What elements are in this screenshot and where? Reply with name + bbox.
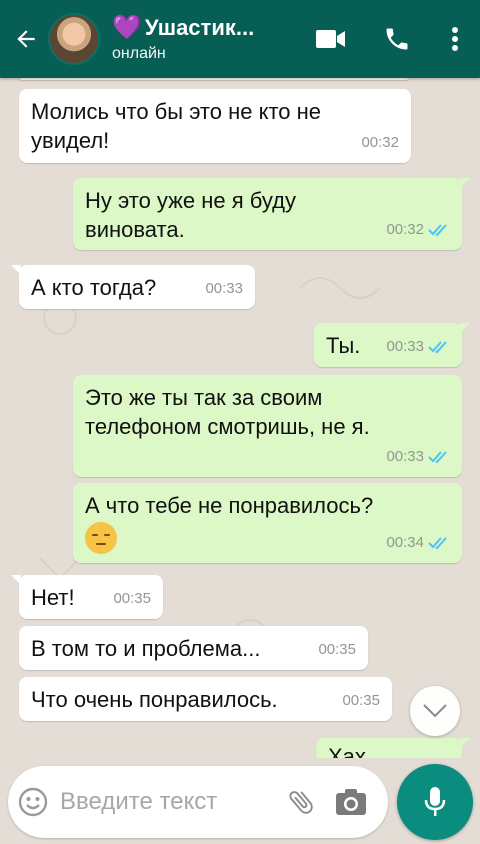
mic-button[interactable]	[397, 764, 473, 840]
back-arrow-icon[interactable]	[6, 0, 46, 78]
message-outgoing-partial[interactable]: Хах	[316, 738, 470, 758]
attach-icon[interactable]	[276, 766, 326, 838]
message-incoming[interactable]: В том то и проблема... 00:35	[19, 626, 368, 670]
microphone-icon	[424, 787, 446, 816]
message-time: 00:35	[342, 692, 380, 709]
message-text: В том то и проблема...	[31, 636, 261, 661]
purple-heart-icon: 💜	[112, 14, 142, 41]
pensive-face-icon	[85, 522, 117, 554]
emoji-icon[interactable]	[8, 766, 58, 838]
message-time: 00:35	[318, 641, 356, 658]
message-time: 00:33	[205, 280, 243, 297]
message-outgoing[interactable]: Ты. 00:33	[314, 323, 470, 367]
contact-avatar[interactable]	[48, 13, 100, 65]
message-text: Хах	[328, 744, 366, 758]
message-time: 00:35	[113, 590, 151, 607]
message-text: Это же ты так за своим телефоном смотриш…	[85, 385, 370, 439]
message-text: Молись что бы это не кто не увидел!	[31, 99, 322, 153]
message-text: Ну это уже не я буду виновата.	[85, 188, 296, 242]
message-text: А что тебе не понравилось?	[85, 493, 374, 518]
voice-call-icon[interactable]	[364, 0, 430, 78]
message-time: 00:32	[361, 134, 399, 151]
message-time: 00:33	[386, 448, 424, 465]
message-outgoing[interactable]: Это же ты так за своим телефоном смотриш…	[73, 375, 462, 477]
scroll-down-button[interactable]	[410, 686, 460, 736]
message-input-bar[interactable]: Введите текст	[8, 766, 388, 838]
read-ticks-icon	[428, 223, 447, 236]
message-bubble-previous	[19, 78, 409, 80]
read-ticks-icon	[428, 340, 447, 353]
message-time: 00:33	[386, 338, 424, 355]
message-incoming[interactable]: Молись что бы это не кто не увидел! 00:3…	[19, 89, 411, 163]
message-incoming[interactable]: А кто тогда? 00:33	[11, 265, 255, 309]
contact-title[interactable]: 💜 Ушастик... онлайн	[112, 15, 298, 63]
message-incoming[interactable]: Что очень понравилось. 00:35	[19, 677, 392, 721]
contact-status: онлайн	[112, 45, 166, 62]
message-text: Что очень понравилось.	[31, 687, 278, 712]
chat-header: 💜 Ушастик... онлайн	[0, 0, 480, 78]
read-ticks-icon	[428, 536, 447, 549]
more-options-icon[interactable]	[430, 0, 480, 78]
chevron-down-icon	[423, 704, 447, 718]
video-call-icon[interactable]	[298, 0, 364, 78]
message-input[interactable]: Введите текст	[60, 788, 276, 816]
chat-area[interactable]: Молись что бы это не кто не увидел! 00:3…	[0, 78, 480, 758]
read-ticks-icon	[428, 450, 447, 463]
message-outgoing[interactable]: А что тебе не понравилось? 00:34	[73, 483, 462, 563]
message-outgoing[interactable]: Ну это уже не я буду виновата. 00:32	[73, 178, 470, 250]
message-incoming[interactable]: Нет! 00:35	[11, 575, 163, 619]
camera-icon[interactable]	[326, 766, 376, 838]
message-time: 00:32	[386, 221, 424, 238]
contact-name: Ушастик...	[144, 15, 255, 40]
message-time: 00:34	[386, 534, 424, 551]
